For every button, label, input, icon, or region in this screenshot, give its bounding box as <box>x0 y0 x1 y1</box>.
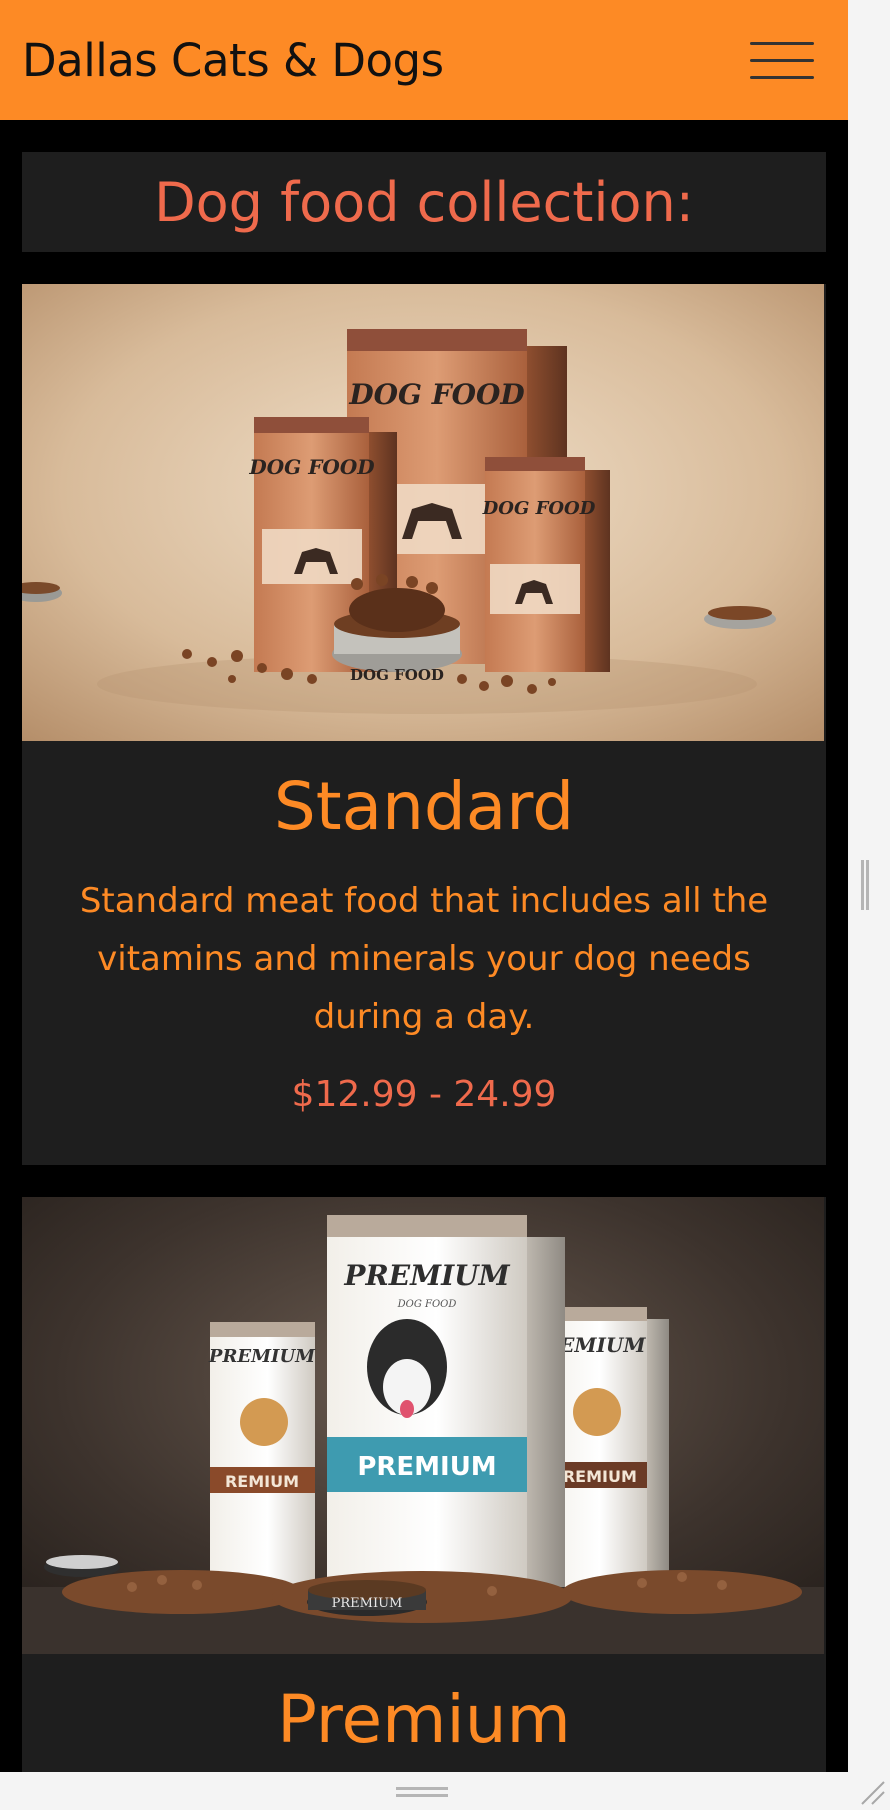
bag-label: REMIUM <box>225 1472 299 1491</box>
bag-label: PREMIUM <box>343 1259 510 1292</box>
page-title: Dog food collection: <box>154 170 694 234</box>
product-card-body: Standard Standard meat food that include… <box>22 741 826 1165</box>
scroll-handle-right[interactable] <box>861 860 869 910</box>
hamburger-line <box>750 58 814 62</box>
product-card-body: Premium <box>22 1654 826 1772</box>
product-title: Standard <box>273 768 575 845</box>
browser-viewport: Dallas Cats & Dogs Dog food collection: <box>0 0 848 1772</box>
brand-link[interactable]: Dallas Cats & Dogs <box>22 34 444 87</box>
product-title: Premium <box>277 1680 571 1758</box>
bag-label: DOG FOOD <box>248 455 375 479</box>
bag-label: DOG FOOD <box>482 498 596 519</box>
bowl-label: PREMIUM <box>332 1596 403 1611</box>
product-card-premium: REMIUM PREMIUM PREMIUM REMIUM PREMIUM DO… <box>22 1196 826 1772</box>
bag-label: DOG FOOD <box>348 378 525 411</box>
hamburger-line <box>750 75 814 79</box>
scroll-handle-bottom[interactable] <box>396 1787 448 1797</box>
resize-grip-icon[interactable] <box>858 1778 886 1806</box>
product-image-premium: REMIUM PREMIUM PREMIUM REMIUM PREMIUM DO… <box>22 1196 824 1654</box>
bowl-label: DOG FOOD <box>350 666 444 684</box>
bag-sublabel: DOG FOOD <box>397 1299 457 1310</box>
navbar: Dallas Cats & Dogs <box>0 0 848 120</box>
hamburger-line <box>750 41 814 45</box>
product-image-standard: DOG FOOD DOG FOOD DOG FOOD DOG FOOD <box>22 284 824 741</box>
product-price: $12.99 - 24.99 <box>291 1073 557 1115</box>
product-description: Standard meat food that includes all the… <box>79 880 769 1037</box>
product-card-standard: DOG FOOD DOG FOOD DOG FOOD DOG FOOD Stan… <box>22 284 826 1165</box>
bag-label: PREMIUM <box>208 1346 316 1367</box>
bag-label: PREMIUM <box>357 1452 496 1482</box>
hamburger-menu-icon[interactable] <box>750 30 814 90</box>
section-title-box: Dog food collection: <box>22 152 826 252</box>
